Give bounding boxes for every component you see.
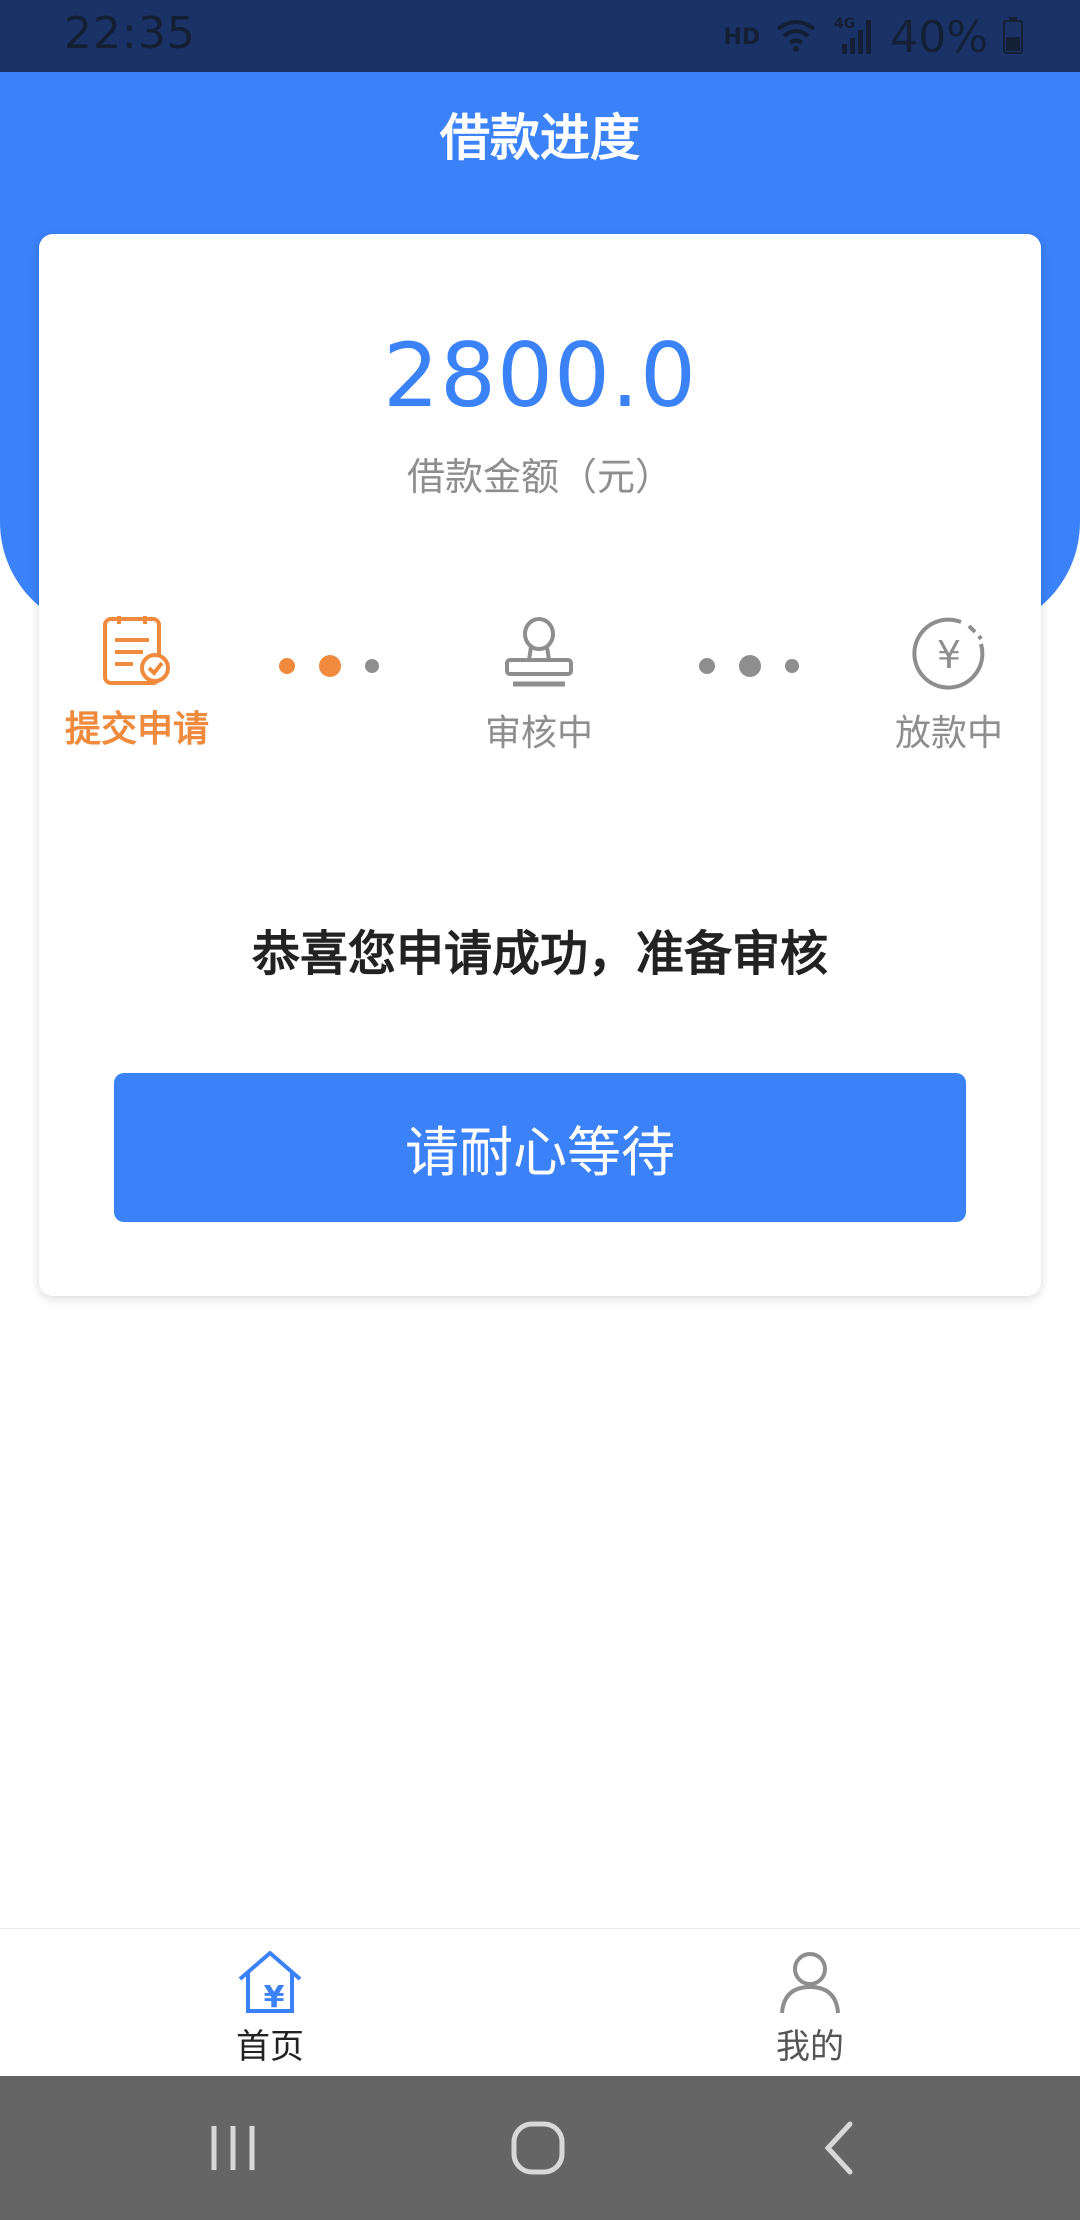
- status-icons: HD 4G 40%: [723, 11, 1024, 63]
- application-form-icon: [47, 614, 227, 690]
- progress-dot: [699, 658, 715, 674]
- progress-dots-2: [699, 654, 799, 678]
- wifi-icon: [774, 15, 818, 59]
- loan-amount-label: 借款金额（元）: [406, 455, 673, 499]
- svg-text:¥: ¥: [264, 1980, 285, 2015]
- home-yuan-icon: ¥: [170, 1947, 370, 2017]
- svg-text:¥: ¥: [937, 633, 961, 677]
- tab-home-label: 首页: [236, 2027, 304, 2067]
- progress-dot: [739, 655, 761, 677]
- stamp-icon: [459, 614, 619, 694]
- page-title: 借款进度: [440, 109, 640, 167]
- status-bar: 22:35 HD 4G 40%: [0, 0, 1080, 72]
- tab-mine-label: 我的: [776, 2027, 844, 2067]
- svg-text:4G: 4G: [834, 16, 855, 32]
- progress-dot: [279, 658, 295, 674]
- wait-button[interactable]: 请耐心等待: [114, 1073, 966, 1222]
- recents-icon[interactable]: [208, 2116, 258, 2184]
- status-time: 22:35: [64, 8, 196, 59]
- status-message: 恭喜您申请成功，准备审核: [251, 926, 828, 982]
- back-icon[interactable]: [816, 2116, 860, 2184]
- loan-progress-card: 2800.0 借款金额（元） 提交申请 审核中 ¥ 放款中 恭喜您申请成功，准备…: [39, 234, 1041, 1296]
- progress-dots-1: [279, 654, 379, 678]
- network-badge: HD: [723, 24, 761, 50]
- tab-home[interactable]: ¥ 首页: [170, 1947, 370, 2068]
- yuan-payout-icon: ¥: [869, 614, 1029, 694]
- step-disburse: ¥ 放款中: [869, 614, 1029, 756]
- step-submit: 提交申请: [47, 614, 227, 752]
- step-review: 审核中: [459, 614, 619, 756]
- battery-level: 40%: [890, 11, 988, 63]
- loan-amount: 2800.0: [383, 324, 697, 427]
- progress-dot: [785, 659, 799, 673]
- user-icon: [710, 1947, 910, 2017]
- battery-icon: [1002, 15, 1024, 59]
- bottom-tab-bar: ¥ 首页 我的: [0, 1928, 1080, 2077]
- progress-dot: [365, 659, 379, 673]
- step-submit-label: 提交申请: [64, 709, 209, 750]
- step-review-label: 审核中: [484, 713, 593, 754]
- system-nav-bar: [0, 2076, 1080, 2220]
- progress-dot: [319, 655, 341, 677]
- tab-mine[interactable]: 我的: [710, 1947, 910, 2068]
- signal-4g-icon: 4G: [832, 14, 876, 60]
- home-circle-icon[interactable]: [506, 2116, 570, 2184]
- step-disburse-label: 放款中: [894, 713, 1003, 754]
